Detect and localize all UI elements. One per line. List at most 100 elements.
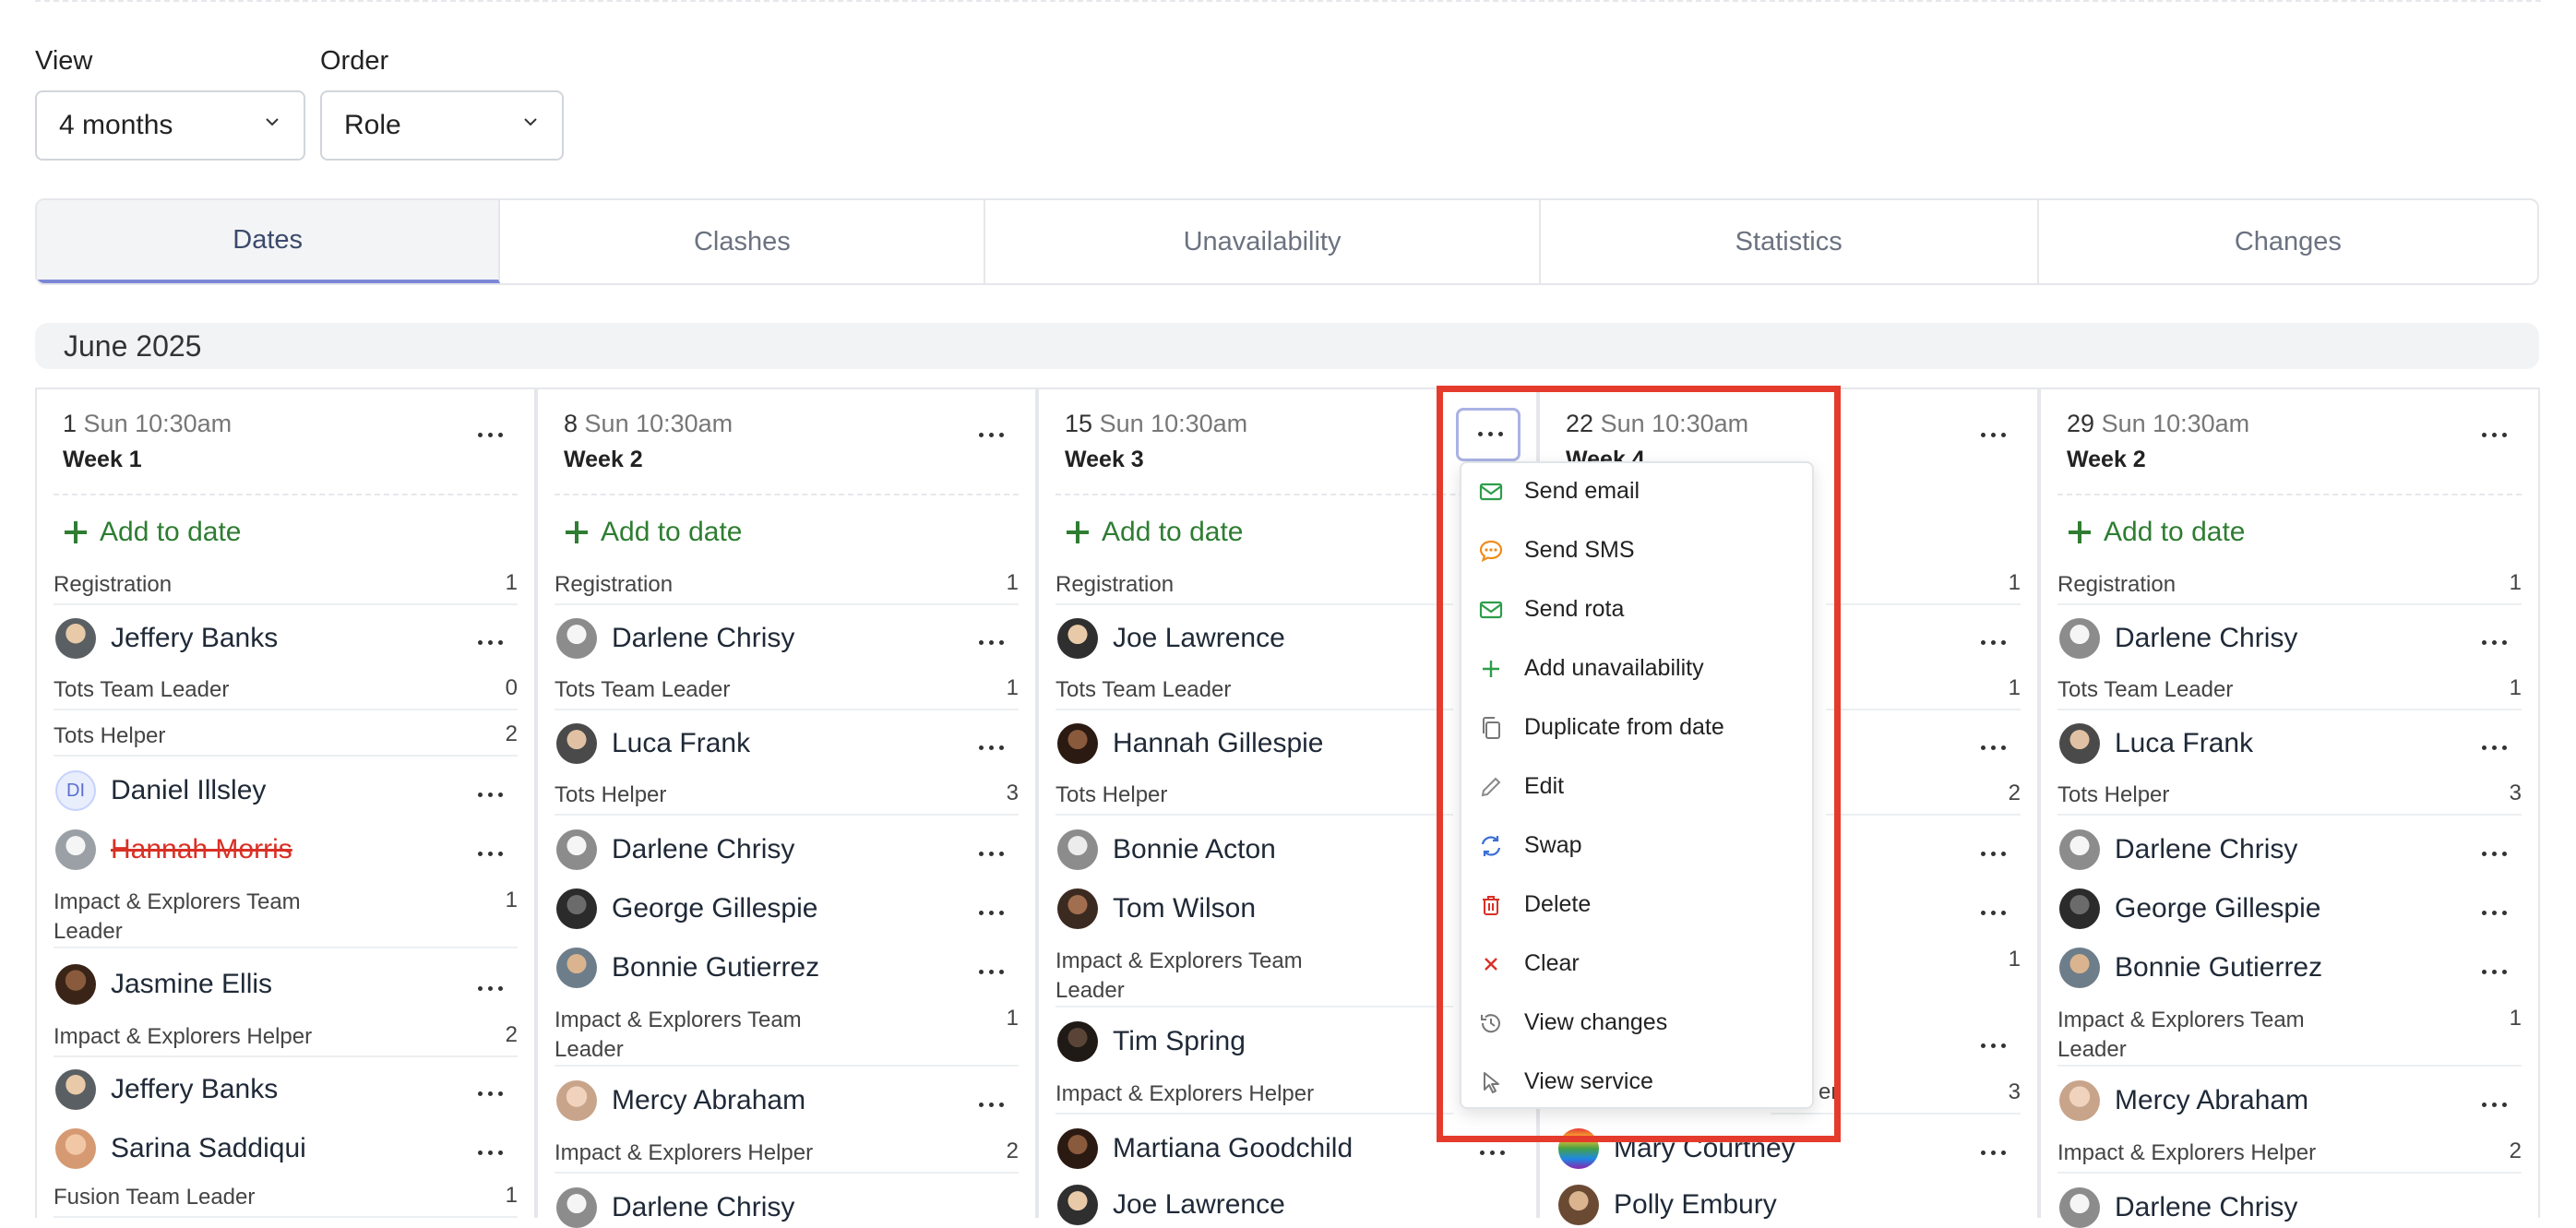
plus-icon [1483,660,1499,677]
menu-item-send-sms[interactable]: Send SMS [1478,537,1635,564]
role-row: Tots Team Leader 1 [555,675,1019,710]
tab-statistics[interactable]: Statistics [1541,200,2039,283]
week-label: Week 1 [63,447,142,472]
person-options-button[interactable] [979,852,1004,856]
avatar [556,723,597,764]
person-options-button[interactable] [979,640,1004,645]
person-row: DI Daniel Illsley [55,770,266,811]
date-options-button[interactable] [478,433,503,437]
history-icon [1481,1013,1500,1032]
menu-item-view-service[interactable]: View service [1478,1068,1653,1095]
person-row: George Gillespie [2059,888,2320,929]
order-label: Order [320,46,389,76]
person-row: Tim Spring [1057,1021,1246,1062]
date-options-button[interactable] [979,433,1004,437]
menu-item-swap[interactable]: Swap [1478,832,1582,859]
trash-icon [1483,895,1499,915]
person-row: Darlene Chrisy [2059,618,2297,659]
date-options-button-active[interactable] [1456,408,1521,461]
role-row: Tots Helper [1055,781,1453,816]
person-row: Joe Lawrence [1057,618,1285,659]
date-options-menu: Send email Send SMS Send rota Add unavai… [1460,461,1814,1109]
tab-clashes[interactable]: Clashes [500,200,986,283]
tab-changes[interactable]: Changes [2039,200,2537,283]
person-row: Darlene Chrisy [556,829,794,870]
person-options-button[interactable] [2482,852,2507,856]
menu-item-send-email[interactable]: Send email [1478,478,1640,505]
top-divider [35,0,2541,2]
view-select[interactable]: 4 months [35,90,305,161]
person-row: Jasmine Ellis [55,964,272,1005]
avatar [2059,829,2100,870]
person-options-button[interactable] [478,852,503,856]
person-options-button[interactable] [1981,640,2006,645]
person-options-button[interactable] [478,1091,503,1096]
person-options-button[interactable] [1981,911,2006,915]
person-options-button[interactable] [979,911,1004,915]
menu-item-add-unavailability[interactable]: Add unavailability [1478,655,1704,682]
add-to-date-button[interactable]: Add to date [65,517,241,548]
person-row: Mary Courtney [1558,1128,1795,1169]
date-options-button[interactable] [1981,433,2006,437]
person-options-button[interactable] [2482,911,2507,915]
avatar [55,964,96,1005]
person-row: Sarina Saddiqui [55,1128,306,1169]
person-options-button[interactable] [2482,640,2507,645]
role-row: Tots Team Leader [1055,675,1453,710]
person-options-button[interactable] [1981,1043,2006,1048]
view-label: View [35,46,93,76]
date-options-button[interactable] [2482,433,2507,437]
person-options-button[interactable] [478,986,503,991]
tab-dates[interactable]: Dates [37,200,501,283]
person-row: George Gillespie [556,888,817,929]
week-label: Week 2 [2067,447,2146,472]
person-options-button[interactable] [2482,1103,2507,1107]
more-dots-icon [1478,432,1503,436]
avatar [556,829,597,870]
menu-item-clear[interactable]: Clear [1478,950,1580,977]
person-options-button[interactable] [1981,852,2006,856]
menu-item-delete[interactable]: Delete [1478,891,1591,918]
person-row: Martiana Goodchild [1057,1128,1353,1169]
copy-icon [1483,716,1500,739]
add-to-date-button[interactable]: Add to date [566,517,742,548]
role-row: 1 [1826,570,2021,605]
date-heading: 29 Sun 10:30am [2067,410,2250,437]
view-select-value: 4 months [59,110,173,140]
person-options-button[interactable] [979,1103,1004,1107]
add-to-date-button[interactable]: Add to date [2069,517,2245,548]
person-row: Jeffery Banks [55,1069,278,1110]
person-options-button[interactable] [1981,1151,2006,1155]
person-row: Darlene Chrisy [556,618,794,659]
person-row: Darlene Chrisy [2059,829,2297,870]
add-to-date-button[interactable]: Add to date [1067,517,1243,548]
week-label: Week 2 [564,447,643,472]
person-options-button[interactable] [478,640,503,645]
person-options-button[interactable] [1981,745,2006,750]
menu-item-edit[interactable]: Edit [1478,773,1564,800]
date-heading: 1 Sun 10:30am [63,410,233,437]
person-options-button[interactable] [478,793,503,797]
avatar [556,1080,597,1121]
person-options-button[interactable] [979,970,1004,974]
person-options-button[interactable] [979,745,1004,750]
person-options-button[interactable] [1480,1151,1505,1155]
role-row: Tots Team Leader 1 [2057,675,2522,710]
avatar [2059,723,2100,764]
person-options-button[interactable] [2482,970,2507,974]
date-heading: 8 Sun 10:30am [564,410,733,437]
swap-icon [1481,835,1501,856]
role-row: Impact & Explorers Team Leader 1 [54,888,518,948]
order-select[interactable]: Role [320,90,564,161]
person-row: Jeffery Banks [55,618,278,659]
role-row: Tots Team Leader 0 [54,675,518,710]
role-row: Impact & Explorers Helper [1055,1079,1453,1115]
tab-unavailability[interactable]: Unavailability [985,200,1541,283]
menu-item-view-changes[interactable]: View changes [1478,1009,1667,1036]
person-options-button[interactable] [2482,745,2507,750]
avatar [1057,888,1098,929]
person-options-button[interactable] [478,1151,503,1155]
role-row: Impact & Explorers Helper 2 [54,1022,518,1057]
menu-item-duplicate-from-date[interactable]: Duplicate from date [1478,714,1724,741]
menu-item-send-rota[interactable]: Send rota [1478,596,1624,623]
